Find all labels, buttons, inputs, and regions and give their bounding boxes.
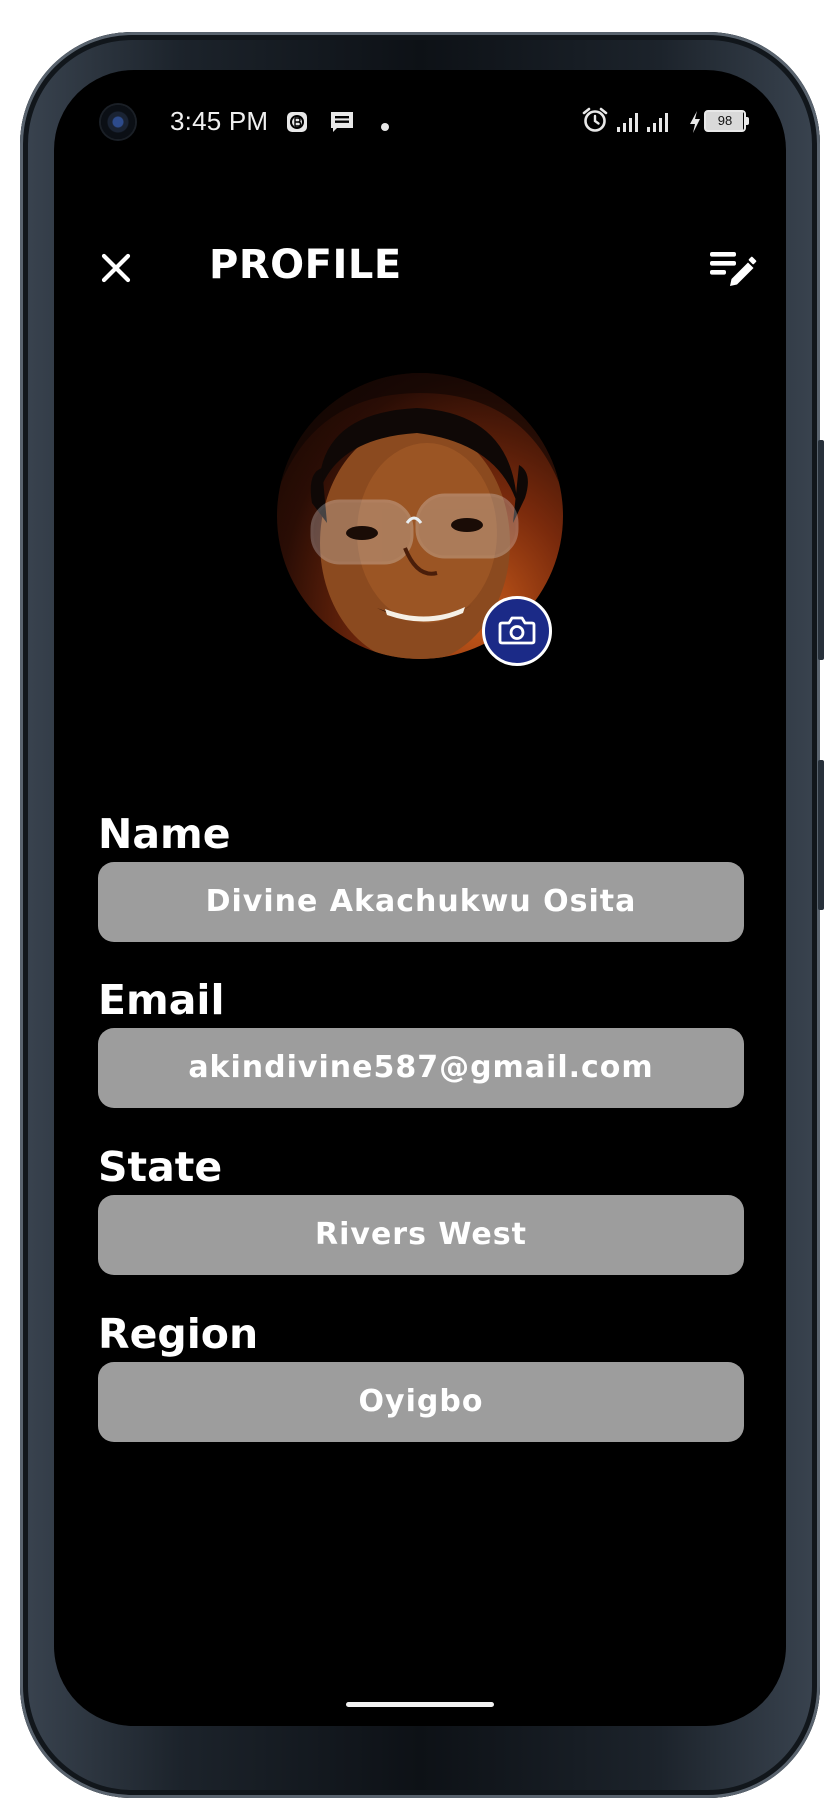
- name-label: Name: [98, 810, 231, 858]
- camera-icon: [498, 616, 536, 645]
- state-label: State: [98, 1143, 223, 1191]
- battery-indicator: 98: [704, 110, 749, 132]
- front-camera: [101, 105, 135, 139]
- more-notifications-dot-icon: [380, 117, 390, 136]
- alarm-icon: [581, 106, 609, 138]
- edit-list-icon: [710, 252, 757, 286]
- message-notification-icon: [329, 110, 355, 138]
- status-bar: 3:45 PM 98: [54, 70, 786, 170]
- app-notification-icon: [285, 110, 309, 138]
- app-bar: PROFILE: [54, 230, 786, 310]
- screen: 3:45 PM 98 PROFILE Name Divine Akachukwu…: [54, 70, 786, 1726]
- edit-profile-button[interactable]: [706, 246, 758, 292]
- region-label: Region: [98, 1310, 259, 1358]
- volume-button: [818, 760, 824, 910]
- page-title: PROFILE: [209, 242, 402, 288]
- power-button: [818, 440, 824, 660]
- close-icon: [101, 253, 131, 283]
- signal-1-icon: [616, 110, 644, 138]
- charging-bolt-icon: [688, 110, 702, 138]
- status-time: 3:45 PM: [170, 106, 269, 136]
- name-field[interactable]: Divine Akachukwu Osita: [98, 862, 744, 942]
- email-label: Email: [98, 976, 225, 1024]
- close-button[interactable]: [96, 248, 136, 288]
- home-indicator[interactable]: [346, 1702, 494, 1707]
- state-field[interactable]: Rivers West: [98, 1195, 744, 1275]
- change-photo-button[interactable]: [482, 596, 552, 666]
- region-field[interactable]: Oyigbo: [98, 1362, 744, 1442]
- email-field[interactable]: akindivine587@gmail.com: [98, 1028, 744, 1108]
- signal-2-icon: [646, 110, 674, 138]
